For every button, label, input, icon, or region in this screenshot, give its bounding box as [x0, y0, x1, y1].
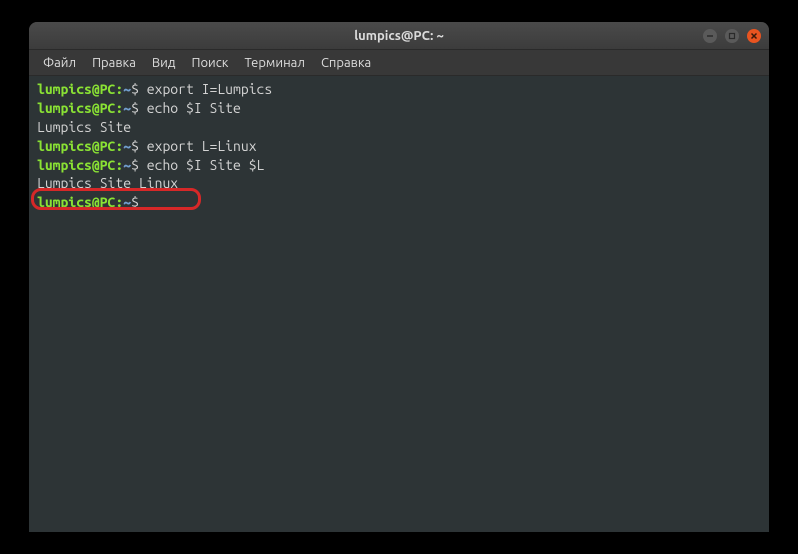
window-title: lumpics@PC: ~: [354, 29, 444, 43]
titlebar: lumpics@PC: ~: [29, 22, 769, 50]
prompt-path: ~: [123, 100, 131, 116]
prompt-dollar: $: [131, 138, 139, 154]
menu-help[interactable]: Справка: [313, 53, 379, 73]
terminal-body[interactable]: lumpics@PC:~$ export I=Lumpics lumpics@P…: [29, 76, 769, 532]
terminal-output: Lumpics Site Linux: [37, 174, 761, 193]
terminal-line: lumpics@PC:~$ export L=Linux: [37, 137, 761, 156]
terminal-window: lumpics@PC: ~ Файл Правка Вид Поиск Терм…: [29, 22, 769, 532]
maximize-icon: [728, 32, 736, 40]
terminal-line: lumpics@PC:~$: [37, 193, 761, 212]
terminal-line: lumpics@PC:~$ echo $I Site: [37, 99, 761, 118]
minimize-button[interactable]: [703, 29, 717, 43]
command-text: echo $I Site: [147, 100, 241, 116]
terminal-line: lumpics@PC:~$ echo $I Site $L: [37, 156, 761, 175]
prompt-path: ~: [123, 157, 131, 173]
prompt-path: ~: [123, 138, 131, 154]
minimize-icon: [706, 32, 714, 40]
prompt-dollar: $: [131, 194, 139, 210]
command-text: export L=Linux: [147, 138, 257, 154]
command-text: export I=Lumpics: [147, 81, 272, 97]
menu-view[interactable]: Вид: [144, 53, 184, 73]
window-controls: [703, 29, 761, 43]
menu-edit[interactable]: Правка: [84, 53, 144, 73]
prompt-user: lumpics@PC: [37, 138, 115, 154]
prompt-user: lumpics@PC: [37, 194, 115, 210]
command-text: echo $I Site $L: [147, 157, 265, 173]
menu-file[interactable]: Файл: [35, 53, 84, 73]
prompt-path: ~: [123, 194, 131, 210]
menu-search[interactable]: Поиск: [183, 53, 236, 73]
menubar: Файл Правка Вид Поиск Терминал Справка: [29, 50, 769, 76]
prompt-user: lumpics@PC: [37, 100, 115, 116]
close-button[interactable]: [747, 29, 761, 43]
prompt-user: lumpics@PC: [37, 157, 115, 173]
close-icon: [750, 32, 758, 40]
prompt-dollar: $: [131, 81, 139, 97]
prompt-dollar: $: [131, 100, 139, 116]
prompt-dollar: $: [131, 157, 139, 173]
terminal-output: Lumpics Site: [37, 118, 761, 137]
prompt-user: lumpics@PC: [37, 81, 115, 97]
terminal-line: lumpics@PC:~$ export I=Lumpics: [37, 80, 761, 99]
prompt-path: ~: [123, 81, 131, 97]
menu-terminal[interactable]: Терминал: [236, 53, 312, 73]
maximize-button[interactable]: [725, 29, 739, 43]
